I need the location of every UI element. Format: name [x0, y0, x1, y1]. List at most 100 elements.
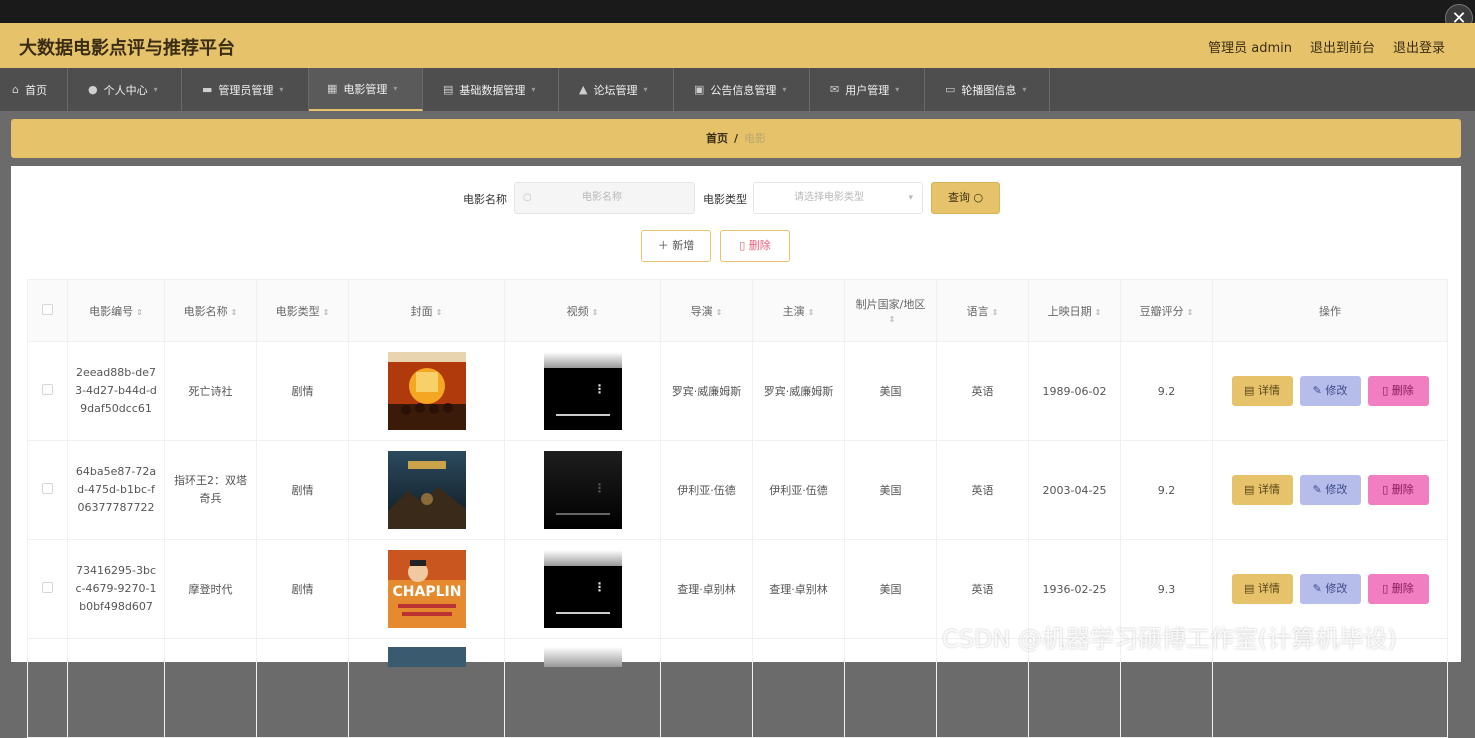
sort-icon[interactable]: ⇕: [1187, 308, 1194, 317]
row-select-cell[interactable]: [27, 341, 68, 441]
video-player[interactable]: ⋮: [543, 550, 622, 628]
row-checkbox[interactable]: [42, 483, 53, 494]
col-header[interactable]: 上映日期 ⇕: [1028, 279, 1121, 342]
admin-user-label[interactable]: 管理员 admin: [1208, 37, 1292, 56]
col-header[interactable]: 语言 ⇕: [936, 279, 1029, 342]
col-header-label: 上映日期: [1047, 304, 1092, 318]
delete-button[interactable]: ▯ 删除: [1367, 574, 1429, 604]
sort-icon[interactable]: ⇕: [808, 308, 815, 317]
video-progress-bar[interactable]: [555, 612, 610, 614]
delete-button[interactable]: ▯ 删除: [1367, 475, 1429, 505]
nav-item-personal[interactable]: ● 个人中心 ▾: [68, 68, 182, 111]
cover-image[interactable]: [387, 451, 466, 529]
country-cell: 美国: [844, 539, 937, 639]
more-icon[interactable]: ⋮: [594, 383, 606, 395]
col-header[interactable]: 封面 ⇕: [348, 279, 505, 342]
col-header[interactable]: 电影编号 ⇕: [67, 279, 165, 342]
star-cell: 罗宾·威廉姆斯: [752, 341, 845, 441]
chat-icon: ▭: [945, 83, 956, 96]
query-button[interactable]: 查询 ○: [931, 182, 1000, 214]
movie-name-cell: 指环王2：双塔奇兵: [164, 440, 257, 540]
row-select-cell[interactable]: [27, 539, 68, 639]
admin-icon: ▬: [202, 83, 213, 96]
database-icon: ▤: [443, 83, 454, 96]
nav-item-home[interactable]: ⌂ 首页: [0, 68, 68, 111]
select-all-cell[interactable]: [27, 279, 68, 342]
col-header[interactable]: 电影名称 ⇕: [164, 279, 257, 342]
country-cell: [844, 638, 937, 738]
video-cell: ⋮: [504, 539, 661, 639]
row-checkbox[interactable]: [42, 384, 53, 395]
col-header[interactable]: 视频 ⇕: [504, 279, 661, 342]
sort-icon[interactable]: ⇕: [436, 308, 443, 317]
nav-item-notice[interactable]: ▣ 公告信息管理 ▾: [674, 68, 810, 111]
col-header[interactable]: 电影类型 ⇕: [256, 279, 349, 342]
sort-icon[interactable]: ⇕: [889, 315, 896, 324]
chevron-down-icon: ▾: [393, 84, 398, 93]
table-header-row: 电影编号 ⇕ 电影名称 ⇕ 电影类型 ⇕ 封面 ⇕ 视频 ⇕ 导演 ⇕ 主演 ⇕ 制片国家/地…: [27, 279, 1448, 342]
sort-icon[interactable]: ⇕: [136, 308, 143, 317]
star-cell: [752, 638, 845, 738]
detail-button[interactable]: ▤ 详情: [1231, 475, 1293, 505]
movie-name-placeholder: 电影名称: [582, 192, 622, 203]
user-icon: ●: [88, 83, 98, 96]
edit-button[interactable]: ✎ 修改: [1299, 574, 1361, 604]
logout-link[interactable]: 退出登录: [1393, 37, 1445, 56]
nav-item-admins[interactable]: ▬ 管理员管理 ▾: [182, 68, 309, 111]
row-select-cell: [27, 638, 68, 738]
row-select-cell[interactable]: [27, 440, 68, 540]
batch-delete-button[interactable]: ▯ 删除: [720, 230, 790, 262]
plus-icon: ＋: [657, 239, 669, 252]
movie-type-cell: 剧情: [256, 440, 349, 540]
sort-icon[interactable]: ⇕: [323, 308, 330, 317]
detail-button[interactable]: ▤ 详情: [1231, 376, 1293, 406]
more-icon[interactable]: ⋮: [594, 482, 606, 494]
video-player[interactable]: ⋮: [543, 451, 622, 529]
back-to-front-link[interactable]: 退出到前台: [1310, 37, 1375, 56]
video-player[interactable]: [543, 647, 622, 667]
sort-icon[interactable]: ⇕: [592, 308, 599, 317]
video-progress-bar[interactable]: [555, 414, 610, 416]
nav-item-carousel[interactable]: ▭ 轮播图信息 ▾: [925, 68, 1050, 111]
star-cell: 查理·卓别林: [752, 539, 845, 639]
nav-item-basedata[interactable]: ▤ 基础数据管理 ▾: [423, 68, 559, 111]
video-progress-bar[interactable]: [555, 513, 610, 515]
col-header[interactable]: 制片国家/地区 ⇕: [844, 279, 937, 342]
select-all-checkbox[interactable]: [42, 303, 53, 315]
nav-item-movies[interactable]: ▦ 电影管理 ▾: [309, 68, 423, 111]
row-checkbox[interactable]: [42, 582, 53, 593]
doc-icon: ▤: [1244, 384, 1255, 397]
movie-type-select[interactable]: 请选择电影类型 ▾: [753, 182, 923, 214]
sort-icon[interactable]: ⇕: [992, 308, 999, 317]
language-cell: 英语: [936, 341, 1029, 441]
cover-image[interactable]: [387, 352, 466, 430]
header-user-menu: 管理员 admin 退出到前台 退出登录: [1208, 37, 1445, 56]
col-header[interactable]: 主演 ⇕: [752, 279, 845, 342]
sort-icon[interactable]: ⇕: [231, 308, 238, 317]
nav-label: 个人中心: [103, 83, 148, 97]
breadcrumb-home[interactable]: 首页: [706, 132, 728, 145]
col-header[interactable]: 导演 ⇕: [660, 279, 753, 342]
delete-button[interactable]: ▯ 删除: [1367, 376, 1429, 406]
sort-icon[interactable]: ⇕: [1095, 308, 1102, 317]
detail-button[interactable]: ▤ 详情: [1231, 574, 1293, 604]
video-player[interactable]: ⋮: [543, 352, 622, 430]
add-button[interactable]: ＋ 新增: [641, 230, 711, 262]
nav-item-forum[interactable]: ▲ 论坛管理 ▾: [559, 68, 674, 111]
cover-image[interactable]: [387, 647, 466, 667]
sort-icon[interactable]: ⇕: [716, 308, 723, 317]
col-header[interactable]: 豆瓣评分 ⇕: [1120, 279, 1213, 342]
movie-name-cell: 死亡诗社: [164, 341, 257, 441]
more-icon[interactable]: ⋮: [594, 581, 606, 593]
nav-label: 轮播图信息: [961, 83, 1017, 97]
cover-image[interactable]: CHAPLIN: [387, 550, 466, 628]
col-header-label: 操作: [1319, 304, 1341, 318]
edit-button[interactable]: ✎ 修改: [1299, 475, 1361, 505]
window-top-strip: [0, 0, 1475, 23]
movie-id-cell: [67, 638, 165, 738]
chevron-down-icon: ▾: [782, 85, 787, 94]
edit-button[interactable]: ✎ 修改: [1299, 376, 1361, 406]
movie-name-input[interactable]: ○ 电影名称: [514, 182, 695, 214]
chevron-down-icon: ▾: [153, 85, 158, 94]
nav-item-users[interactable]: ✉ 用户管理 ▾: [810, 68, 925, 111]
